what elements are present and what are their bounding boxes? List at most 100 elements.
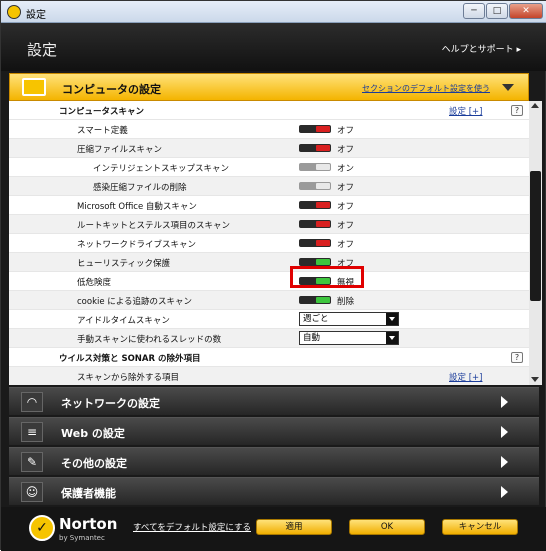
setting-row-rootkit-scan: ルートキットとステルス項目のスキャン オフ	[9, 215, 529, 234]
brand-name: Norton	[59, 515, 118, 533]
setting-row-smart-definitions: スマート定義 オフ	[9, 120, 529, 139]
setting-row-idle-scan: アイドルタイムスキャン 週ごと	[9, 310, 529, 329]
category-web-settings[interactable]: ≡ Web の設定	[9, 417, 539, 445]
computer-scan-header: コンピュータスキャン 設定 [+] ?	[9, 101, 529, 120]
help-support-link[interactable]: ヘルプとサポート ▸	[442, 42, 521, 55]
scroll-up-icon[interactable]	[531, 103, 539, 108]
toggle-switch[interactable]	[299, 296, 331, 304]
highlight-frame	[290, 266, 364, 288]
help-question-icon[interactable]: ?	[511, 105, 523, 116]
idle-scan-select[interactable]: 週ごと	[299, 312, 399, 326]
scroll-thumb[interactable]	[530, 171, 541, 301]
section-title: コンピュータの設定	[62, 83, 161, 96]
setting-label: 圧縮ファイルスキャン	[77, 145, 163, 155]
setting-row-low-risk: 低危険度 無視	[9, 272, 529, 291]
toggle-switch[interactable]	[299, 258, 331, 266]
chevron-right-icon	[501, 426, 508, 438]
setting-value: オン	[337, 164, 355, 174]
exclusions-title: ウイルス対策と SONAR の除外項目	[59, 354, 201, 364]
setting-label: アイドルタイムスキャン	[77, 316, 170, 326]
setting-row-office-auto-scan: Microsoft Office 自動スキャン オフ	[9, 196, 529, 215]
setting-row-delete-infected-archives: 感染圧縮ファイルの削除 オフ	[9, 177, 529, 196]
setting-label: ヒューリスティック保護	[77, 259, 170, 269]
page-header: 設定 ヘルプとサポート ▸	[1, 23, 546, 71]
monitor-icon	[22, 78, 46, 96]
toggle-switch[interactable]	[299, 239, 331, 247]
minimize-button[interactable]: ─	[463, 3, 485, 19]
setting-row-scan-exclusions: スキャンから除外する項目 設定 [+]	[9, 367, 529, 385]
exclusions-header: ウイルス対策と SONAR の除外項目 ?	[9, 348, 529, 367]
setting-label: ルートキットとステルス項目のスキャン	[77, 221, 231, 231]
toggle-switch[interactable]	[299, 182, 331, 190]
toggle-switch[interactable]	[299, 125, 331, 133]
settings-window: 設定 ─ □ ✕ 設定 ヘルプとサポート ▸ コンピュータの設定 セクションのデ…	[0, 0, 546, 551]
computer-scan-config-link[interactable]: 設定 [+]	[449, 105, 482, 117]
select-value: 週ごと	[303, 314, 329, 324]
setting-row-intelligent-skip: インテリジェントスキップスキャン オン	[9, 158, 529, 177]
vertical-scrollbar[interactable]	[529, 101, 542, 385]
computer-scan-title: コンピュータスキャン	[59, 107, 145, 117]
setting-row-scan-threads: 手動スキャンに使われるスレッドの数 自動	[9, 329, 529, 348]
setting-label: インテリジェントスキップスキャン	[93, 164, 230, 174]
setting-value: オフ	[337, 183, 355, 193]
setting-value: オフ	[337, 202, 355, 212]
setting-value: 削除	[337, 297, 355, 307]
setting-label: 手動スキャンに使われるスレッドの数	[77, 335, 222, 345]
setting-label: ネットワークドライブスキャン	[77, 240, 197, 250]
setting-row-network-drive-scan: ネットワークドライブスキャン オフ	[9, 234, 529, 253]
category-label: Web の設定	[61, 427, 125, 440]
page-title: 設定	[27, 41, 58, 59]
chevron-right-icon	[501, 456, 508, 468]
category-parental-controls[interactable]: ☺ 保護者機能	[9, 477, 539, 505]
use-section-defaults-link[interactable]: セクションのデフォルト設定を使う	[362, 83, 490, 94]
chevron-down-icon[interactable]	[386, 332, 398, 344]
close-button[interactable]: ✕	[509, 3, 543, 19]
settings-panel: コンピュータスキャン 設定 [+] ? スマート定義 オフ 圧縮ファイルスキャン…	[9, 101, 542, 385]
wifi-icon: ◠	[21, 392, 43, 412]
computer-settings-header[interactable]: コンピュータの設定 セクションのデフォルト設定を使う	[9, 73, 529, 101]
toggle-switch[interactable]	[299, 163, 331, 171]
server-icon: ≡	[21, 422, 43, 442]
scroll-down-icon[interactable]	[531, 377, 539, 382]
toggle-switch[interactable]	[299, 201, 331, 209]
norton-app-icon	[7, 5, 21, 19]
setting-label: cookie による追跡のスキャン	[77, 297, 193, 307]
cancel-button[interactable]: キャンセル	[442, 519, 518, 535]
ok-button[interactable]: OK	[349, 519, 425, 535]
chevron-right-icon	[501, 486, 508, 498]
title-bar: 設定 ─ □ ✕	[1, 1, 546, 23]
wrench-icon: ✎	[21, 452, 43, 472]
setting-label: スキャンから除外する項目	[77, 373, 180, 383]
reset-all-defaults-link[interactable]: すべてをデフォルト設定にする	[133, 521, 251, 533]
category-label: ネットワークの設定	[61, 397, 160, 410]
category-network-settings[interactable]: ◠ ネットワークの設定	[9, 387, 539, 415]
setting-label: Microsoft Office 自動スキャン	[77, 202, 197, 212]
setting-label: スマート定義	[77, 126, 128, 136]
setting-label: 感染圧縮ファイルの削除	[93, 183, 187, 193]
brand-subtitle: by Symantec	[59, 534, 105, 542]
category-other-settings[interactable]: ✎ その他の設定	[9, 447, 539, 475]
maximize-button[interactable]: □	[486, 3, 508, 19]
chevron-down-icon[interactable]	[502, 84, 514, 91]
setting-row-archive-scan: 圧縮ファイルスキャン オフ	[9, 139, 529, 158]
chevron-right-icon	[501, 396, 508, 408]
setting-value: オフ	[337, 221, 355, 231]
setting-value: オフ	[337, 145, 355, 155]
setting-label: 低危険度	[77, 278, 112, 288]
family-icon: ☺	[21, 482, 43, 502]
help-question-icon[interactable]: ?	[511, 352, 523, 363]
apply-button[interactable]: 適用	[256, 519, 332, 535]
scan-threads-select[interactable]: 自動	[299, 331, 399, 345]
category-label: 保護者機能	[61, 487, 116, 500]
setting-row-heuristic-protection: ヒューリスティック保護 オフ	[9, 253, 529, 272]
toggle-switch[interactable]	[299, 220, 331, 228]
chevron-down-icon[interactable]	[386, 313, 398, 325]
toggle-switch[interactable]	[299, 144, 331, 152]
norton-check-icon: ✓	[29, 515, 55, 541]
category-label: その他の設定	[61, 457, 127, 470]
footer: ✓ Norton by Symantec すべてをデフォルト設定にする 適用 O…	[1, 507, 546, 551]
exclusions-config-link[interactable]: 設定 [+]	[449, 371, 482, 383]
setting-value: オフ	[337, 126, 355, 136]
setting-row-cookie-tracking: cookie による追跡のスキャン 削除	[9, 291, 529, 310]
setting-value: オフ	[337, 240, 355, 250]
